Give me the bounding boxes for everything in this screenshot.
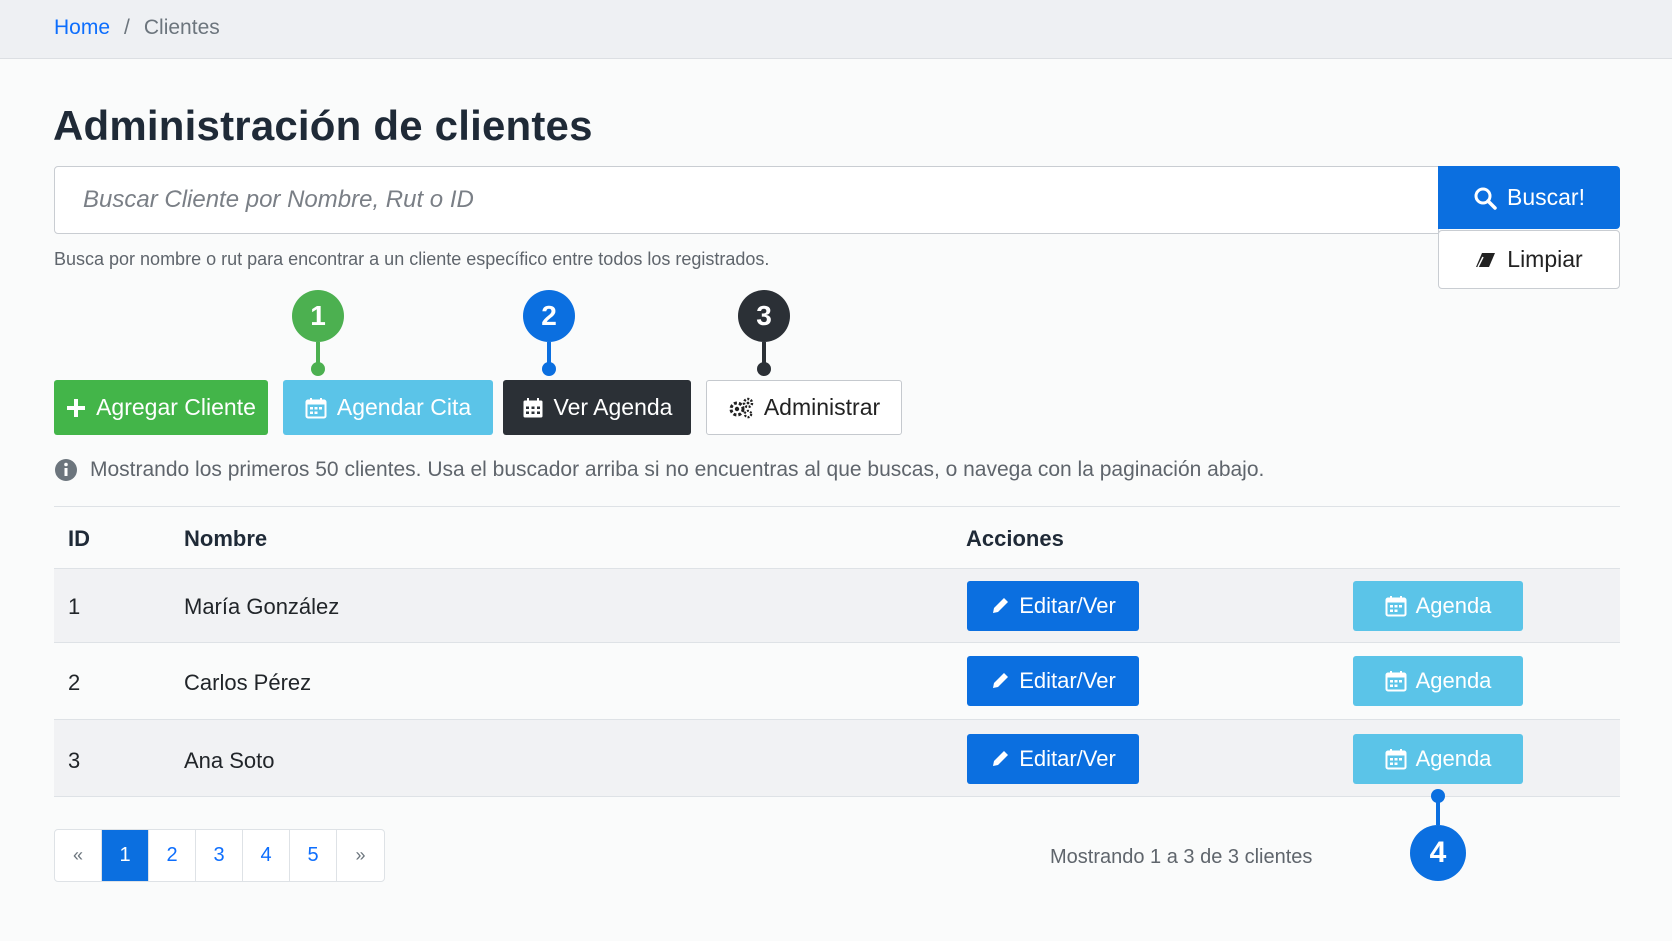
add-client-label: Agregar Cliente [96,394,256,420]
page-title: Administración de clientes [53,102,593,149]
callout-2-stem [547,342,551,364]
search-button[interactable]: Buscar! [1438,166,1620,229]
column-header-name: Nombre [184,526,268,551]
schedule-appointment-label: Agendar Cita [336,394,472,420]
column-header-id: ID [68,526,90,551]
client-agenda-label: Agenda [1415,668,1492,693]
calendar-icon [305,397,327,419]
callout-marker-4: 4 [1410,789,1466,881]
view-agenda-label: Ver Agenda [553,394,673,420]
view-agenda-button[interactable]: Ver Agenda [503,380,691,435]
breadcrumb-bar: Home / Clientes [0,0,1672,59]
callout-1-stem [316,342,320,364]
callout-1-dot [311,362,325,376]
callout-1-badge: 1 [292,290,344,342]
calendar-icon [522,397,544,419]
pagination-prev[interactable]: « [55,830,102,881]
edit-client-label: Editar/Ver [1019,668,1116,693]
gears-icon [728,397,754,419]
search-icon [1473,186,1497,210]
info-icon [54,458,78,482]
administer-label: Administrar [763,394,881,420]
callout-3-dot [757,362,771,376]
info-text: Mostrando los primeros 50 clientes. Usa … [90,458,1265,481]
edit-client-label: Editar/Ver [1019,593,1116,618]
client-agenda-label: Agenda [1415,746,1492,771]
plus-icon [66,398,86,418]
client-agenda-label: Agenda [1415,593,1492,618]
callout-2-badge: 2 [523,290,575,342]
schedule-appointment-button[interactable]: Agendar Cita [283,380,493,435]
administer-button[interactable]: Administrar [706,380,902,435]
row-id: 1 [68,594,81,619]
callout-4-badge: 4 [1410,825,1466,881]
pagination-summary: Mostrando 1 a 3 de 3 clientes [1050,846,1313,868]
row-name: María González [184,594,340,619]
pagination-next[interactable]: » [337,830,384,881]
eraser-icon [1475,251,1497,269]
callout-4-stem [1436,801,1440,825]
row-name: Carlos Pérez [184,670,312,695]
breadcrumb: Home / Clientes [54,16,220,40]
search-button-label: Buscar! [1507,184,1585,210]
callout-marker-1: 1 [292,290,344,376]
clear-button[interactable]: Limpiar [1438,230,1620,289]
callout-3-stem [762,342,766,364]
calendar-icon [1385,595,1407,617]
callout-marker-2: 2 [523,290,575,376]
client-agenda-button[interactable]: Agenda [1353,581,1523,631]
clear-button-label: Limpiar [1507,246,1583,272]
search-input[interactable] [54,166,1439,234]
breadcrumb-separator: / [124,16,130,39]
edit-client-label: Editar/Ver [1019,746,1116,771]
callout-marker-3: 3 [738,290,790,376]
pencil-icon [990,749,1010,769]
breadcrumb-home-link[interactable]: Home [54,16,110,40]
calendar-icon [1385,670,1407,692]
callout-2-dot [542,362,556,376]
pagination-page-5[interactable]: 5 [290,830,337,881]
section-divider [54,506,1620,507]
pagination-page-1[interactable]: 1 [102,830,149,881]
search-help-text: Busca por nombre o rut para encontrar a … [54,249,770,269]
client-agenda-button[interactable]: Agenda [1353,656,1523,706]
pagination-page-3[interactable]: 3 [196,830,243,881]
edit-client-button[interactable]: Editar/Ver [967,656,1139,706]
pencil-icon [990,596,1010,616]
client-agenda-button[interactable]: Agenda [1353,734,1523,784]
breadcrumb-current: Clientes [143,16,220,39]
pagination-page-2[interactable]: 2 [149,830,196,881]
edit-client-button[interactable]: Editar/Ver [967,581,1139,631]
callout-3-badge: 3 [738,290,790,342]
add-client-button[interactable]: Agregar Cliente [54,380,268,435]
info-message: Mostrando los primeros 50 clientes. Usa … [54,458,1264,482]
pagination-page-4[interactable]: 4 [243,830,290,881]
pencil-icon [990,671,1010,691]
column-header-actions: Acciones [966,526,1064,551]
row-id: 2 [68,670,81,695]
row-id: 3 [68,748,81,773]
calendar-icon [1385,748,1407,770]
row-name: Ana Soto [184,748,275,773]
edit-client-button[interactable]: Editar/Ver [967,734,1139,784]
pagination: « 1 2 3 4 5 » [54,829,385,882]
